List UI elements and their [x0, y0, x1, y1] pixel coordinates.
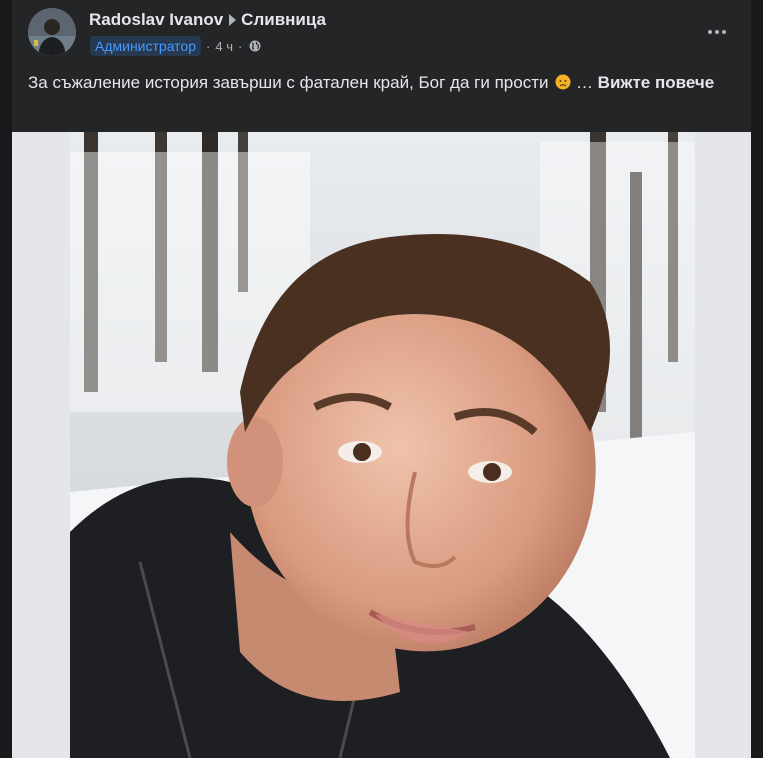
caret-right-icon	[229, 14, 237, 26]
author-avatar[interactable]	[28, 8, 76, 56]
more-horizontal-icon	[708, 30, 726, 34]
ellipsis: …	[571, 73, 598, 92]
portrait-photo	[70, 132, 695, 758]
feed-post: Radoslav Ivanov Сливница Администратор ·…	[12, 0, 751, 758]
separator-dot: ·	[206, 38, 211, 54]
author-name-link[interactable]: Radoslav Ivanov	[89, 10, 223, 30]
author-line: Radoslav Ivanov Сливница	[89, 10, 326, 30]
see-more-link[interactable]: Вижте повече	[598, 73, 715, 92]
post-message-text: За съжаление история завърши с фатален к…	[28, 73, 549, 92]
post-header: Radoslav Ivanov Сливница Администратор ·…	[12, 0, 751, 64]
post-photo[interactable]	[70, 132, 695, 758]
admin-badge[interactable]: Администратор	[90, 36, 202, 56]
post-message: За съжаление история завърши с фатален к…	[28, 70, 728, 95]
post-options-button[interactable]	[699, 16, 735, 48]
sad-face-emoji-icon	[555, 74, 571, 90]
globe-icon[interactable]	[249, 40, 261, 52]
post-meta: Администратор · 4 ч ·	[90, 36, 261, 56]
post-media	[12, 132, 751, 758]
separator-dot: ·	[237, 38, 243, 54]
group-name-link[interactable]: Сливница	[241, 10, 326, 30]
post-timestamp[interactable]: 4 ч	[215, 39, 233, 54]
avatar-image	[28, 8, 76, 56]
